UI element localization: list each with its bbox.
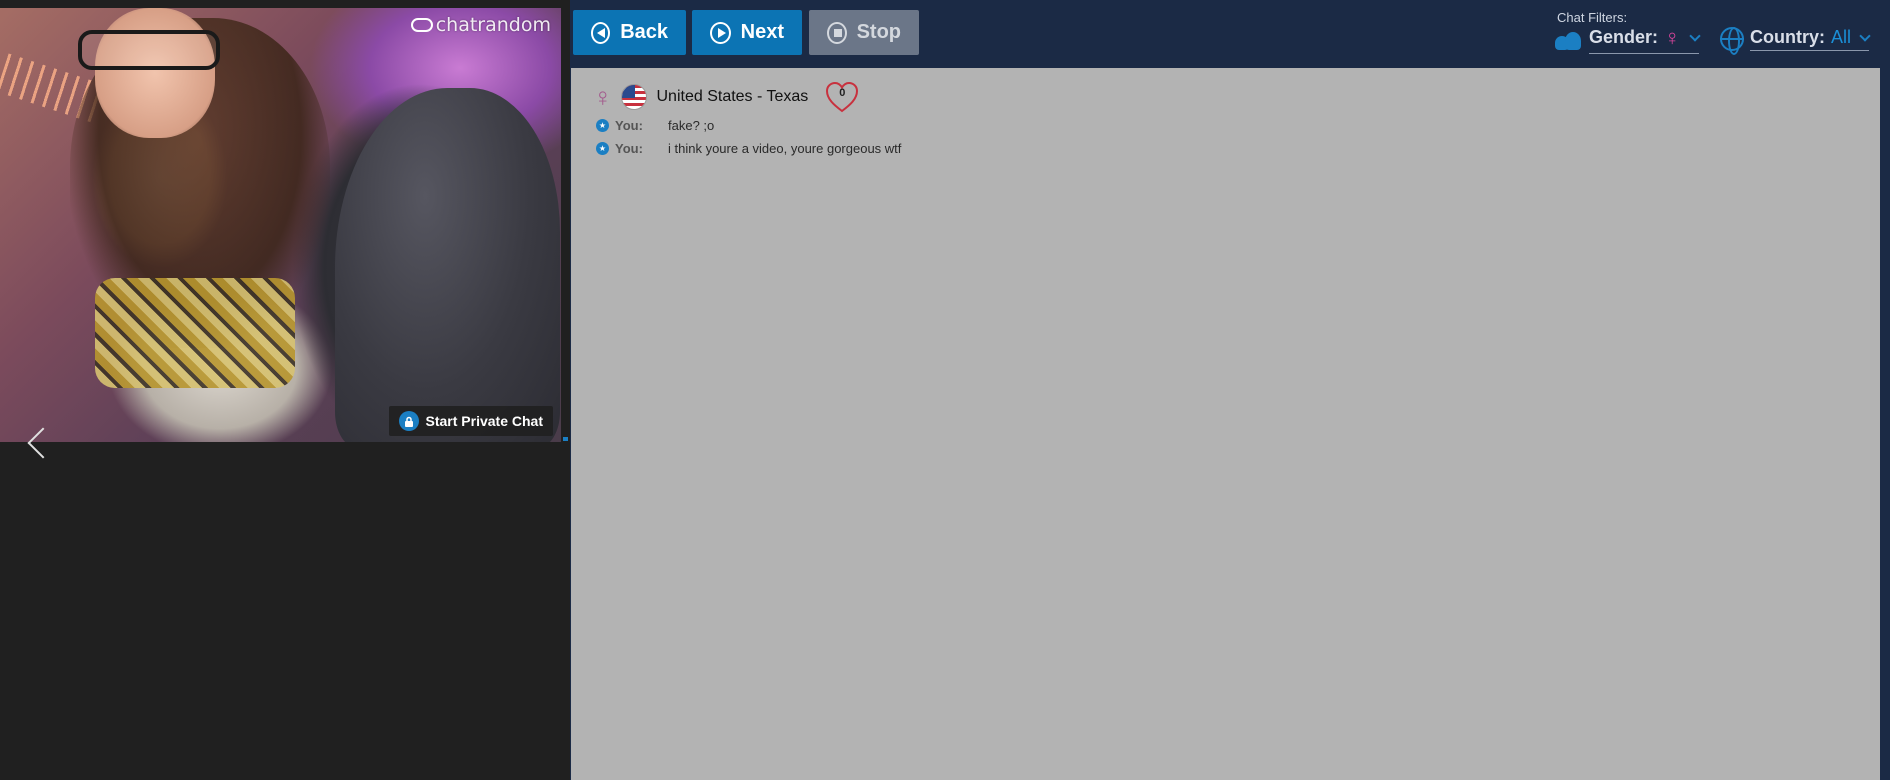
like-heart-button[interactable]: 0	[824, 80, 860, 114]
partner-info: ♀ United States - Texas 0	[593, 80, 860, 114]
female-icon: ♀	[1664, 24, 1681, 50]
hooded-figure	[335, 88, 560, 442]
gender-filter[interactable]: Gender: ♀	[1553, 24, 1701, 54]
like-count: 0	[839, 87, 846, 99]
partner-face	[95, 8, 215, 138]
country-filter[interactable]: Country: All	[1720, 24, 1871, 55]
globe-icon	[1720, 27, 1744, 55]
chat-filters-label: Chat Filters:	[1557, 10, 1628, 25]
user-badge-icon: ★	[596, 119, 609, 132]
back-button[interactable]: Back	[573, 10, 686, 55]
stop-button[interactable]: Stop	[809, 10, 919, 55]
play-icon	[710, 21, 731, 44]
country-value: All	[1831, 27, 1852, 47]
start-private-chat-button[interactable]: Start Private Chat	[388, 406, 553, 436]
message-sender: You:	[615, 118, 643, 133]
back-icon	[591, 21, 611, 44]
message-sender: You:	[615, 141, 643, 156]
partner-top	[95, 278, 295, 388]
partner-location: United States - Texas	[656, 88, 809, 105]
message-text: fake? ;o	[668, 118, 715, 133]
people-icon	[1553, 28, 1583, 50]
chevron-down-icon	[1859, 29, 1871, 42]
chatrandom-watermark: chatrandom	[410, 14, 551, 36]
country-label: Country:	[1750, 27, 1825, 47]
chat-message: ★ You: fake? ;o	[596, 118, 714, 133]
partner-video: chatrandom Start Private Chat	[0, 8, 561, 442]
chevron-down-icon	[1688, 29, 1701, 42]
female-icon: ♀	[593, 82, 613, 112]
message-text: i think youre a video, youre gorgeous wt…	[668, 141, 902, 156]
user-badge-icon: ★	[596, 142, 609, 155]
video-column: chatrandom Start Private Chat	[0, 0, 570, 780]
chatrandom-logo-icon	[410, 18, 433, 32]
top-bar: Back Next Stop Chat Filters: Gender: ♀ C…	[570, 0, 1890, 67]
private-chat-label: Start Private Chat	[425, 413, 543, 429]
gender-label: Gender:	[1589, 27, 1659, 47]
chat-message: ★ You: i think youre a video, youre gorg…	[596, 141, 901, 156]
next-button[interactable]: Next	[692, 10, 802, 55]
us-flag-icon	[620, 84, 647, 110]
lock-icon	[398, 411, 419, 431]
glasses	[78, 30, 220, 70]
video-progress-indicator	[563, 437, 568, 441]
stop-icon	[827, 21, 847, 44]
chat-panel: ♀ United States - Texas 0 ★ You: fake? ;…	[571, 68, 1880, 780]
